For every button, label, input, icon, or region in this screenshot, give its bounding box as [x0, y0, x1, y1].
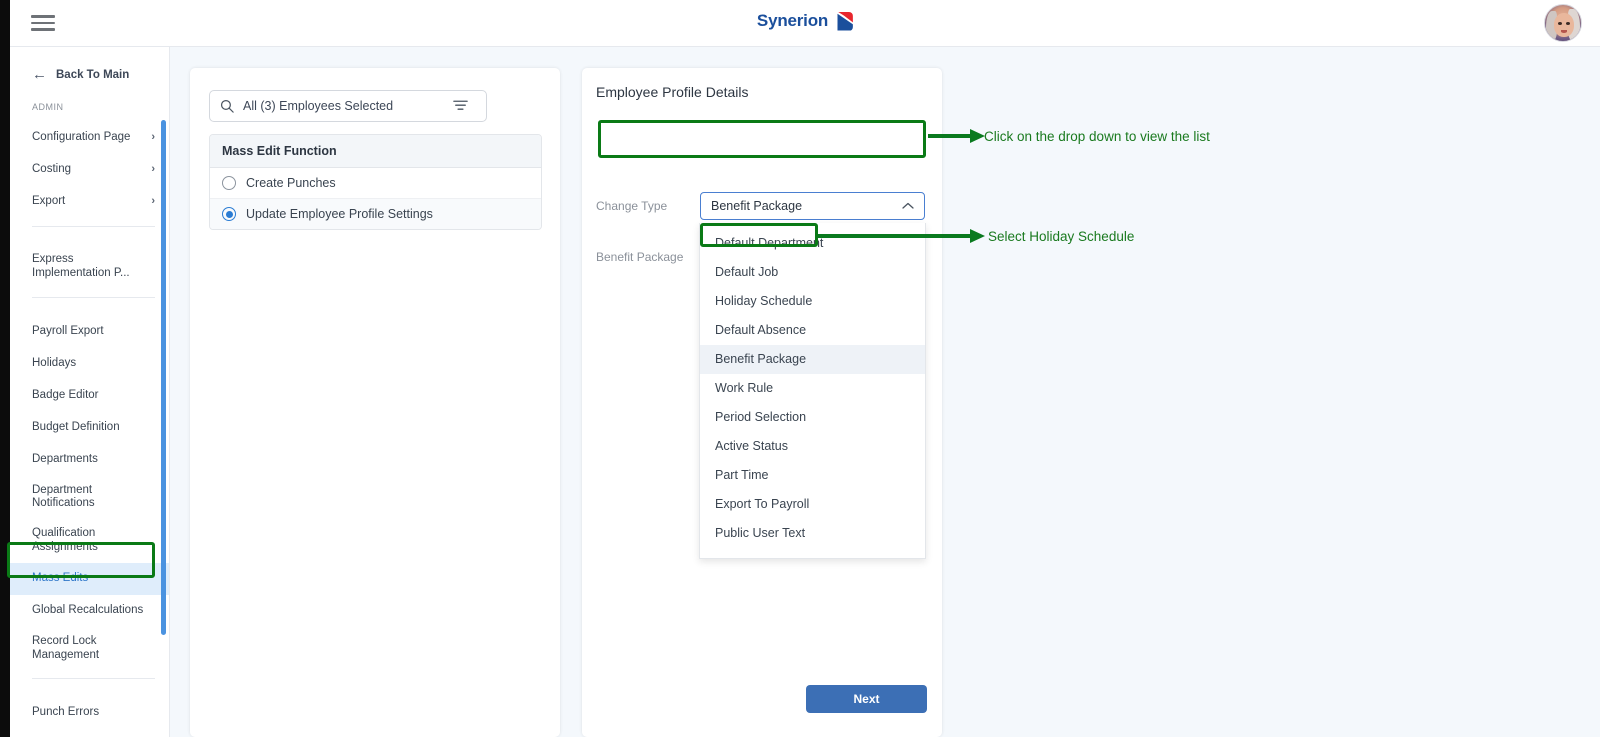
chevron-right-icon: › [151, 163, 155, 176]
avatar[interactable] [1544, 4, 1582, 42]
dropdown-item-public-user-text[interactable]: Public User Text [700, 519, 925, 548]
sidebar-group-3: Payroll Export Holidays Badge Editor Bud… [10, 316, 169, 671]
chevron-up-icon[interactable] [902, 202, 914, 210]
sidebar-section-admin: ADMIN [32, 102, 64, 112]
sidebar-item-costing[interactable]: Costing › [10, 154, 169, 186]
app-header: Synerion [10, 0, 1600, 47]
chevron-right-icon: › [151, 131, 155, 144]
page-title: Employee Profile Details [596, 84, 749, 100]
sidebar-item-payroll-export[interactable]: Payroll Export [10, 316, 169, 348]
sidebar-divider [32, 296, 155, 298]
employee-profile-details-panel: Employee Profile Details Change Type Ben… [582, 68, 942, 737]
change-type-dropdown-list[interactable]: Default Department Default Job Holiday S… [699, 223, 926, 559]
sidebar-item-label: Export [32, 195, 66, 208]
sidebar-item-record-lock-management[interactable]: Record Lock Management [10, 627, 169, 671]
back-to-main-button[interactable]: ← Back To Main [10, 47, 169, 88]
app-root: Synerion ← Back To Main ADMIN Configurat… [0, 0, 1600, 737]
brand-name: Synerion [756, 11, 829, 30]
employee-selection-panel: All (3) Employees Selected Mass Edit Fun… [190, 68, 560, 737]
dropdown-item-default-job[interactable]: Default Job [700, 258, 925, 287]
sidebar-item-label: Record Lock Management [32, 634, 100, 661]
list-header: Mass Edit Function [210, 135, 541, 168]
dropdown-item-default-absence[interactable]: Default Absence [700, 316, 925, 345]
change-type-label: Change Type [596, 199, 668, 213]
arrow-left-icon: ← [32, 66, 47, 83]
sidebar-item-qualification-assignments[interactable]: Qualification Assignments [10, 519, 169, 563]
sidebar-item-label: Global Recalculations [32, 603, 144, 616]
radio-option-update-employee-profile-settings[interactable]: Update Employee Profile Settings [210, 199, 541, 229]
sidebar-item-label: Express Implementation P... [32, 253, 130, 279]
sidebar-divider [32, 678, 155, 680]
radio-icon[interactable] [222, 176, 236, 190]
search-value: All (3) Employees Selected [243, 99, 394, 113]
next-button[interactable]: Next [806, 685, 927, 713]
sidebar-group-4: Punch Errors [10, 697, 169, 729]
brand-logo: Synerion [756, 11, 854, 31]
search-input[interactable]: All (3) Employees Selected [209, 90, 487, 122]
sidebar-item-budget-definition[interactable]: Budget Definition [10, 412, 169, 444]
radio-icon-selected[interactable] [222, 207, 236, 221]
sidebar-item-label: Costing [32, 163, 71, 176]
dropdown-item-holiday-schedule[interactable]: Holiday Schedule [700, 287, 925, 316]
sidebar-scrollbar[interactable] [161, 120, 166, 635]
dropdown-item-work-rule[interactable]: Work Rule [700, 374, 925, 403]
annotation-arrow-1 [928, 129, 985, 143]
sidebar-item-badge-editor[interactable]: Badge Editor [10, 380, 169, 412]
sidebar-item-label: Punch Errors [32, 706, 100, 719]
back-to-main-label: Back To Main [56, 68, 130, 81]
sidebar-item-label: Holidays [32, 356, 77, 369]
sidebar-divider [32, 226, 155, 227]
radio-label: Create Punches [246, 176, 336, 190]
dropdown-item-period-selection[interactable]: Period Selection [700, 403, 925, 432]
filter-icon[interactable] [452, 97, 469, 114]
sidebar-item-label: Payroll Export [32, 324, 104, 337]
sidebar-item-label: Mass Edits [32, 571, 89, 584]
radio-option-create-punches[interactable]: Create Punches [210, 168, 541, 199]
dropdown-item-export-to-payroll[interactable]: Export To Payroll [700, 490, 925, 519]
sidebar-item-label: Badge Editor [32, 388, 99, 401]
sidebar-item-label: Configuration Page [32, 131, 131, 144]
radio-label: Update Employee Profile Settings [246, 207, 433, 221]
benefit-package-label: Benefit Package [596, 250, 684, 264]
sidebar-item-label: Qualification Assignments [32, 527, 98, 553]
annotation-callout-2: Select Holiday Schedule [988, 229, 1135, 244]
change-type-selected-value: Benefit Package [711, 199, 803, 213]
change-type-select[interactable]: Benefit Package [700, 192, 925, 220]
sidebar-item-departments[interactable]: Departments [10, 444, 169, 476]
hamburger-menu-icon[interactable] [31, 12, 55, 34]
sidebar-item-label: Departments [32, 452, 98, 465]
dropdown-item-active-status[interactable]: Active Status [700, 432, 925, 461]
annotation-callout-1: Click on the drop down to view the list [984, 129, 1210, 144]
chevron-right-icon: › [151, 195, 155, 208]
sidebar-item-label: Department Notifications [32, 483, 95, 510]
sidebar-item-department-notifications[interactable]: Department Notifications [10, 476, 169, 520]
sidebar-item-mass-edits[interactable]: Mass Edits [10, 562, 169, 595]
dropdown-item-benefit-package[interactable]: Benefit Package [700, 345, 925, 374]
sidebar-item-label: Budget Definition [32, 420, 120, 433]
mass-edit-function-list: Mass Edit Function Create Punches Update… [209, 134, 542, 230]
dropdown-item-part-time[interactable]: Part Time [700, 461, 925, 490]
sidebar-item-express-implementation[interactable]: Express Implementation P... [10, 245, 169, 289]
sidebar-group-1: Configuration Page › Costing › Export › [10, 122, 169, 218]
synerion-mark-icon [834, 11, 854, 31]
sidebar-item-holidays[interactable]: Holidays [10, 348, 169, 380]
annotation-arrow-2 [818, 229, 985, 243]
left-edge-strip [0, 0, 10, 737]
sidebar-item-global-recalculations[interactable]: Global Recalculations [10, 595, 169, 627]
sidebar-group-2: Express Implementation P... [10, 245, 169, 289]
sidebar: ← Back To Main ADMIN Configuration Page … [10, 47, 170, 737]
search-icon [220, 99, 234, 113]
sidebar-item-configuration-page[interactable]: Configuration Page › [10, 122, 169, 154]
sidebar-item-punch-errors[interactable]: Punch Errors [10, 697, 169, 729]
sidebar-item-export[interactable]: Export › [10, 186, 169, 218]
